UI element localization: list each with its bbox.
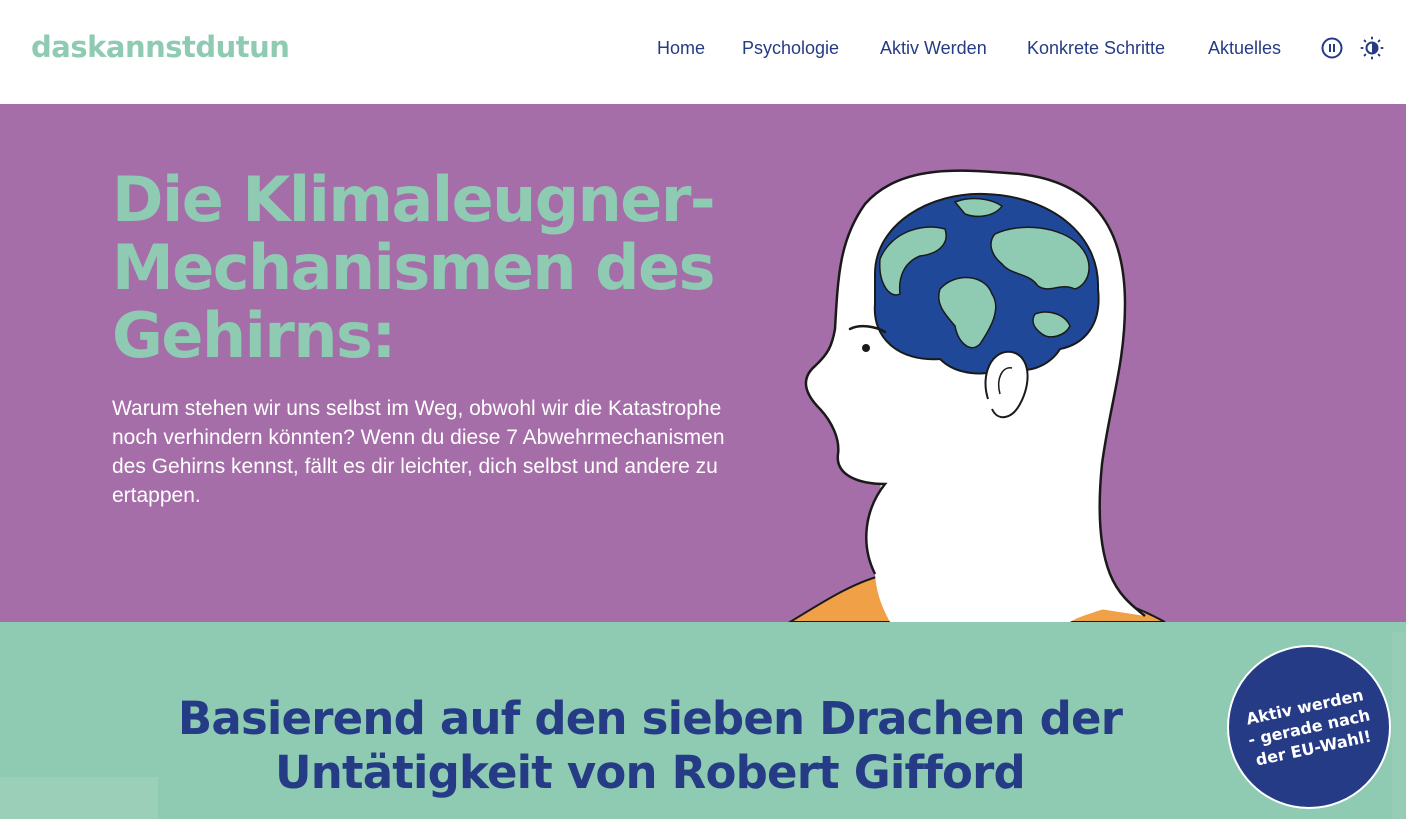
right-strip-decoration xyxy=(1392,632,1406,819)
head-with-globe-brain-illustration xyxy=(788,169,1166,622)
left-tab-decoration xyxy=(0,777,158,819)
nav-item-aktuelles[interactable]: Aktuelles xyxy=(1208,38,1281,59)
nav-item-home[interactable]: Home xyxy=(657,38,705,59)
hero-section: Die Klimaleugner-Mechanismen des Gehirns… xyxy=(0,104,1406,622)
site-logo[interactable]: daskannstdutun xyxy=(31,30,290,64)
nav-item-konkrete-schritte[interactable]: Konkrete Schritte xyxy=(1027,38,1165,59)
site-header: daskannstdutun Home Psychologie Aktiv We… xyxy=(0,0,1406,104)
aktiv-werden-badge[interactable]: Aktiv werden - gerade nach der EU-Wahl! xyxy=(1227,645,1391,809)
contrast-toggle-icon[interactable] xyxy=(1360,36,1384,60)
pause-circle-icon[interactable] xyxy=(1320,36,1344,60)
badge-label: Aktiv werden - gerade nach der EU-Wahl! xyxy=(1242,683,1377,770)
intro-section: Basierend auf den sieben Drachen der Unt… xyxy=(0,622,1406,819)
hero-description: Warum stehen wir uns selbst im Weg, obwo… xyxy=(112,397,725,507)
section-title: Basierend auf den sieben Drachen der Unt… xyxy=(177,692,1123,799)
hero-title: Die Klimaleugner-Mechanismen des Gehirns… xyxy=(112,163,716,372)
nav-item-psychologie[interactable]: Psychologie xyxy=(742,38,839,59)
nav-item-aktiv-werden[interactable]: Aktiv Werden xyxy=(880,38,987,59)
